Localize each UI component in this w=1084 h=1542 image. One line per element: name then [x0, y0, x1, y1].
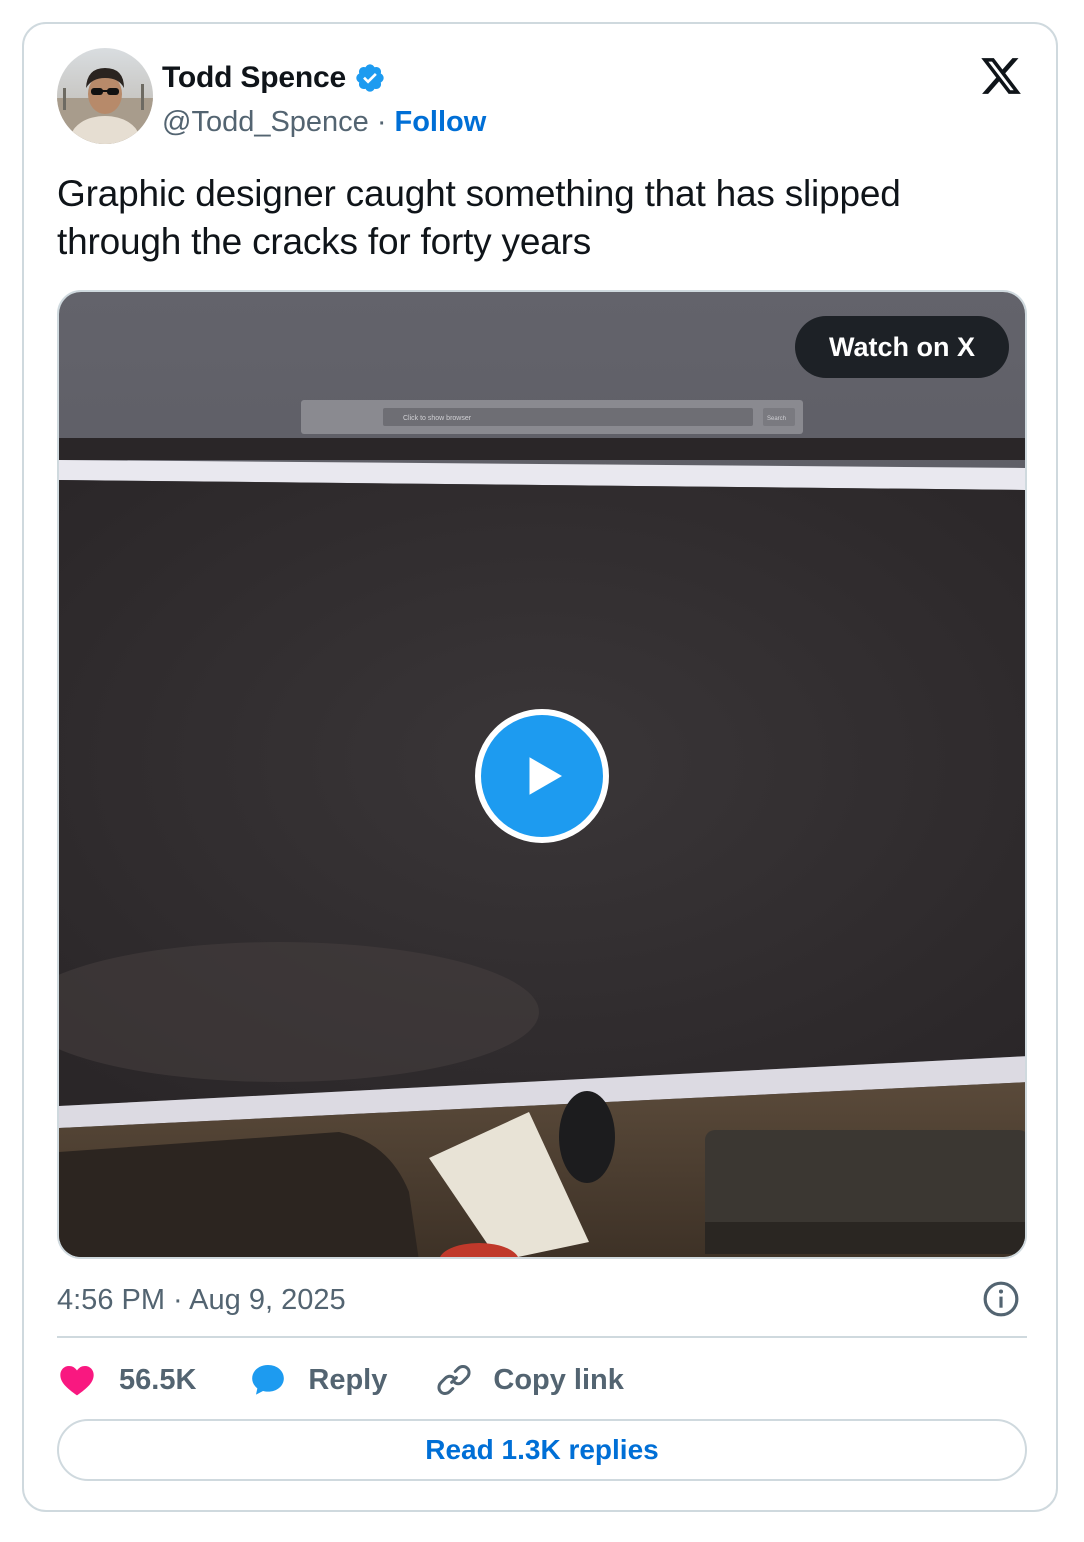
- browser-bar-text: Click to show browser: [403, 415, 472, 422]
- tweet-card: Todd Spence @Todd_Spence · Follow Graphi…: [22, 22, 1058, 1512]
- follow-button[interactable]: Follow: [394, 106, 486, 139]
- verified-badge-icon: [354, 62, 386, 94]
- play-icon: [529, 757, 562, 795]
- watch-on-x-button[interactable]: Watch on X: [795, 316, 1009, 378]
- video-media[interactable]: Click to show browser Search Watch on X: [57, 290, 1027, 1259]
- tweet-text: Graphic designer caught something that h…: [57, 173, 901, 262]
- browser-bar-button-text: Search: [767, 416, 786, 422]
- info-icon[interactable]: [982, 1280, 1020, 1318]
- copy-link-button[interactable]: Copy link: [435, 1361, 624, 1399]
- avatar[interactable]: [57, 48, 153, 144]
- x-logo-icon[interactable]: [978, 54, 1024, 98]
- handle-row: @Todd_Spence · Follow: [162, 102, 486, 142]
- like-button[interactable]: 56.5K: [57, 1360, 196, 1400]
- author-name-row: Todd Spence: [162, 58, 386, 98]
- action-bar: 56.5K Reply Copy link: [57, 1354, 624, 1406]
- separator-dot: ·: [376, 105, 387, 138]
- heart-icon: [60, 1366, 94, 1396]
- author-handle[interactable]: @Todd_Spence: [162, 106, 369, 139]
- copy-link-label: Copy link: [493, 1363, 624, 1396]
- read-replies-button[interactable]: Read 1.3K replies: [57, 1419, 1027, 1481]
- reply-button[interactable]: Reply: [248, 1360, 387, 1400]
- play-button[interactable]: [475, 709, 609, 843]
- author-name[interactable]: Todd Spence: [162, 61, 346, 95]
- divider: [57, 1336, 1027, 1338]
- like-count: 56.5K: [119, 1363, 197, 1396]
- tweet-timestamp[interactable]: 4:56 PM · Aug 9, 2025: [57, 1280, 346, 1320]
- reply-label: Reply: [308, 1363, 388, 1396]
- link-icon: [437, 1365, 471, 1395]
- reply-bubble-icon: [252, 1365, 285, 1395]
